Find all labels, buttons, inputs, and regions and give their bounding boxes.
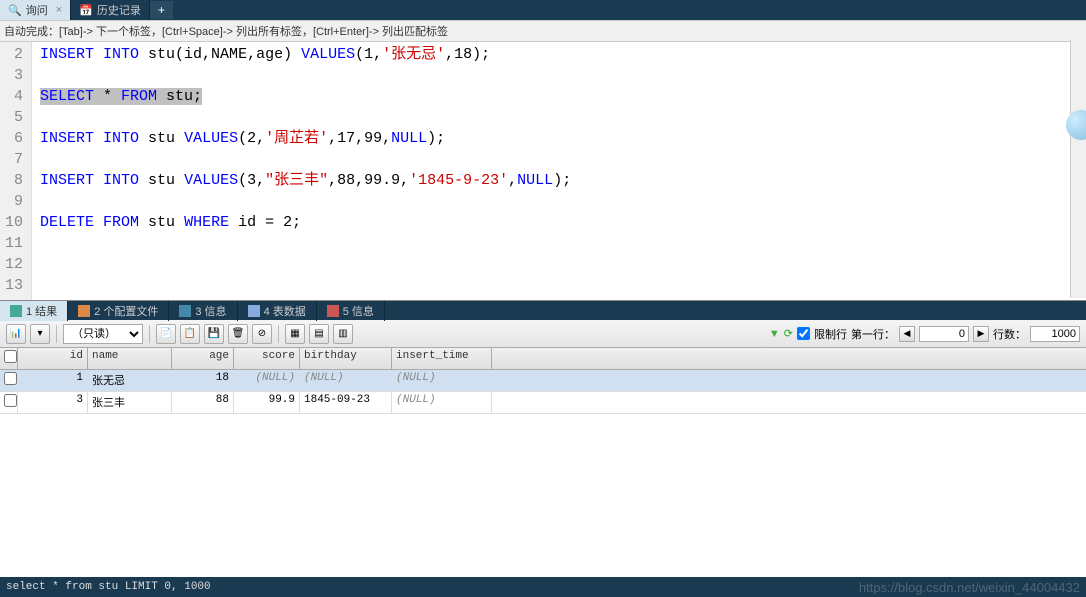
profiles-icon (78, 305, 90, 317)
rows-input[interactable] (1030, 326, 1080, 342)
info2-icon (327, 305, 339, 317)
row-checkbox[interactable] (4, 372, 17, 385)
result-toolbar: 📊 ▾ （只读） 📄 📋 💾 🗑 ⊘ ▦ ▤ ▥ ▼ ⟳ 限制行 第一行： ◀ … (0, 320, 1086, 348)
tab-query-label: 询问 (26, 2, 48, 18)
table-row[interactable]: 1张无忌18(NULL)(NULL)(NULL) (0, 370, 1086, 392)
table-row[interactable]: 3张三丰8899.91845-09-23(NULL) (0, 392, 1086, 414)
tabledata-icon (248, 305, 260, 317)
tab-info2-label: 5 信息 (343, 303, 374, 319)
row-checkbox[interactable] (4, 394, 17, 407)
line-gutter: 234567891011121314 (0, 42, 32, 300)
limit-label: 限制行 (814, 326, 847, 342)
editor-scrollbar[interactable] (1070, 42, 1086, 298)
watermark: https://blog.csdn.net/weixin_44004432 (859, 580, 1080, 595)
close-icon[interactable]: × (56, 4, 62, 16)
filter-icon[interactable]: ▼ (769, 328, 780, 340)
status-query: select * from stu LIMIT 0, 1000 (6, 581, 211, 593)
readonly-select[interactable]: （只读） (63, 324, 143, 344)
prev-page-button[interactable]: ◀ (899, 326, 915, 342)
save-button[interactable]: 💾 (204, 324, 224, 344)
sql-editor[interactable]: 234567891011121314 INSERT INTO stu(id,NA… (0, 42, 1086, 300)
tab-info[interactable]: 3 信息 (169, 301, 237, 321)
text-view-button[interactable]: ▥ (333, 324, 353, 344)
autocomplete-hint: 自动完成：[Tab]-> 下一个标签，[Ctrl+Space]-> 列出所有标签… (0, 20, 1086, 42)
info-icon (179, 305, 191, 317)
tab-tabledata[interactable]: 4 表数据 (238, 301, 317, 321)
offset-input[interactable] (919, 326, 969, 342)
form-view-button[interactable]: ▤ (309, 324, 329, 344)
col-score[interactable]: score (234, 348, 300, 369)
grid-header: id name age score birthday insert_time (0, 348, 1086, 370)
firstrow-label: 第一行： (851, 326, 895, 342)
tab-profiles[interactable]: 2 个配置文件 (68, 301, 169, 321)
tab-profiles-label: 2 个配置文件 (94, 303, 158, 319)
tab-result[interactable]: 1 结果 (0, 301, 68, 321)
editor-tab-bar: 🔍 询问 × 📅 历史记录 + (0, 0, 1086, 20)
tab-info2[interactable]: 5 信息 (317, 301, 385, 321)
delete-button[interactable]: 🗑 (228, 324, 248, 344)
tab-info-label: 3 信息 (195, 303, 226, 319)
tab-history[interactable]: 📅 历史记录 (71, 0, 150, 20)
next-page-button[interactable]: ▶ (973, 326, 989, 342)
limit-checkbox[interactable] (797, 327, 810, 340)
col-birthday[interactable]: birthday (300, 348, 392, 369)
tab-query[interactable]: 🔍 询问 × (0, 0, 71, 20)
grid-view-button[interactable]: ▦ (285, 324, 305, 344)
result-grid: id name age score birthday insert_time 1… (0, 348, 1086, 414)
tab-history-label: 历史记录 (97, 2, 141, 18)
code-area[interactable]: INSERT INTO stu(id,NAME,age) VALUES(1,'张… (32, 42, 1086, 300)
cancel-button[interactable]: ⊘ (252, 324, 272, 344)
new-tab-button[interactable]: + (150, 1, 173, 19)
result-tab-bar: 1 结果 2 个配置文件 3 信息 4 表数据 5 信息 (0, 300, 1086, 320)
col-id[interactable]: id (18, 348, 88, 369)
history-icon: 📅 (79, 4, 93, 17)
query-icon: 🔍 (8, 4, 22, 17)
dropdown-button[interactable]: ▾ (30, 324, 50, 344)
col-insert-time[interactable]: insert_time (392, 348, 492, 369)
rows-label: 行数： (993, 326, 1026, 342)
result-icon (10, 305, 22, 317)
refresh-icon[interactable]: ⟳ (784, 327, 793, 340)
col-name[interactable]: name (88, 348, 172, 369)
select-all-checkbox[interactable] (0, 348, 18, 369)
export-button[interactable]: 📊 (6, 324, 26, 344)
copy-button[interactable]: 📋 (180, 324, 200, 344)
tab-result-label: 1 结果 (26, 303, 57, 319)
col-age[interactable]: age (172, 348, 234, 369)
insert-row-button[interactable]: 📄 (156, 324, 176, 344)
tab-tabledata-label: 4 表数据 (264, 303, 306, 319)
